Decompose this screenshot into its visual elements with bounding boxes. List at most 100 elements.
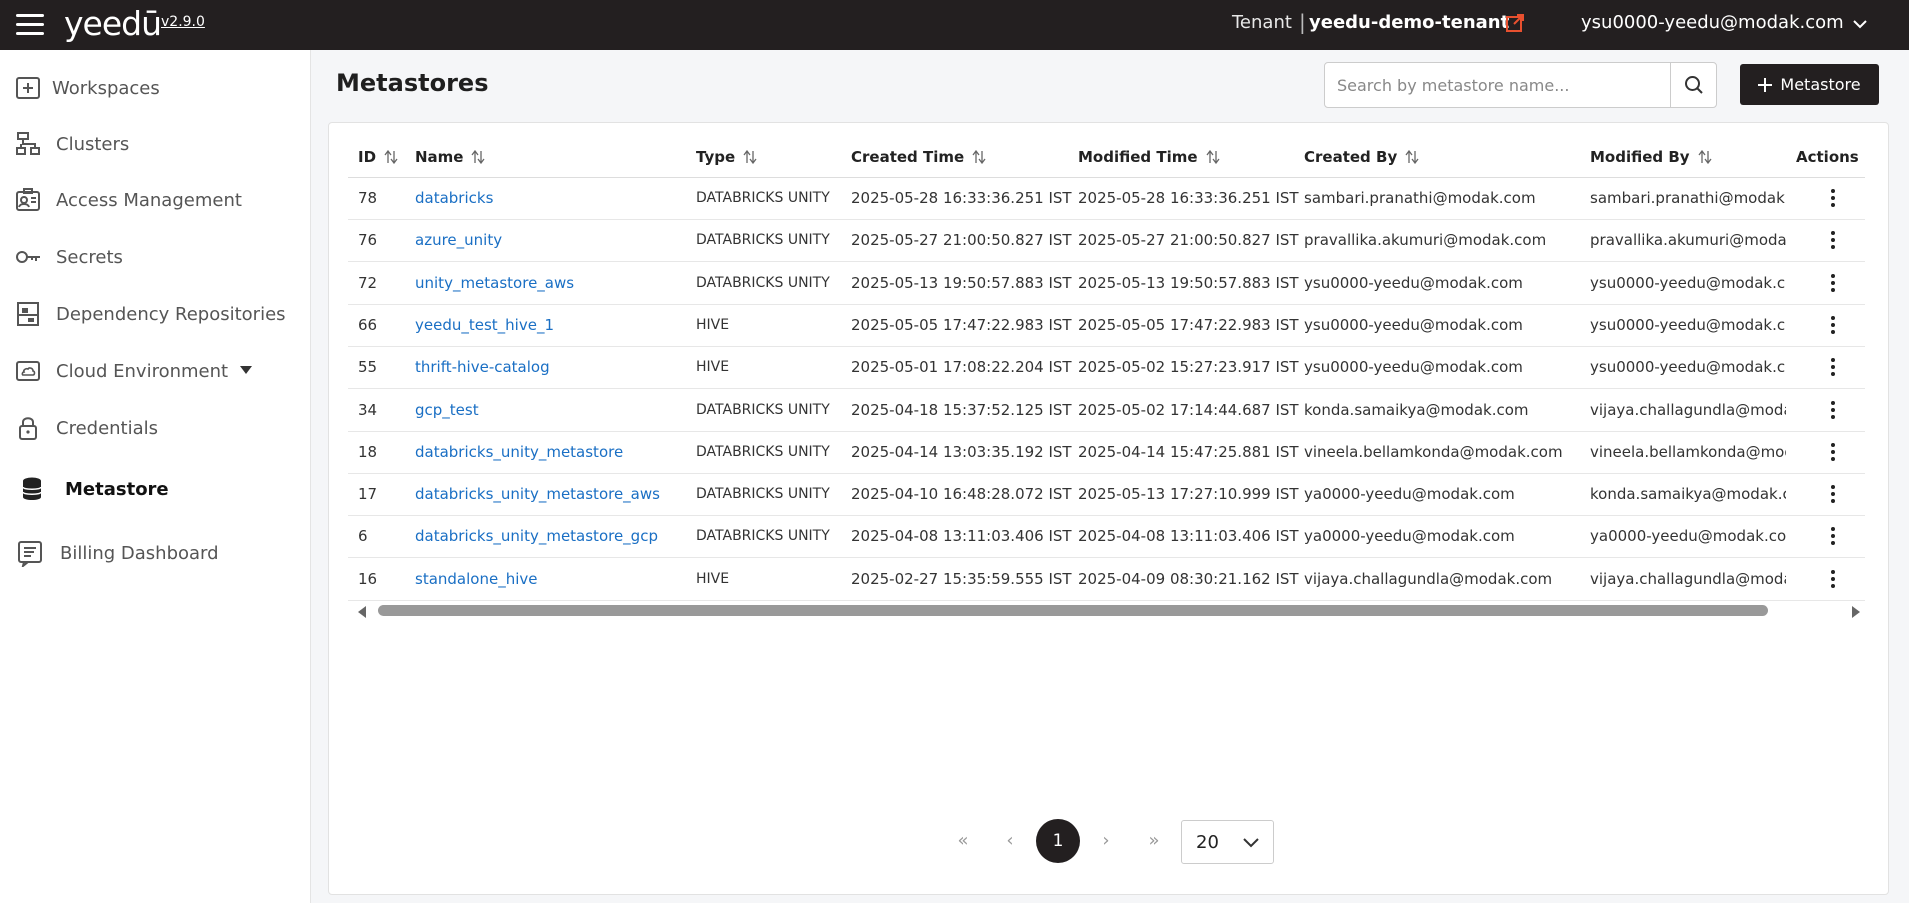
current-page-button[interactable]: 1 xyxy=(1036,819,1080,863)
cell-created-time: 2025-02-27 15:35:59.555 IST xyxy=(851,569,1072,588)
cell-type: HIVE xyxy=(696,359,730,376)
cell-name[interactable]: yeedu_test_hive_1 xyxy=(415,316,690,334)
sidebar-item-access-management[interactable]: Access Management xyxy=(0,177,311,223)
table-header: ID Name Type Created Time Modified Time … xyxy=(348,138,1865,178)
external-link-icon[interactable] xyxy=(1505,13,1525,33)
key-icon xyxy=(16,251,40,263)
search-box xyxy=(1324,62,1717,108)
sidebar-item-label: Access Management xyxy=(56,189,242,211)
kebab-menu-icon[interactable] xyxy=(1828,567,1838,593)
cell-modified-time: 2025-04-14 15:47:25.881 IST xyxy=(1078,442,1299,461)
kebab-menu-icon[interactable] xyxy=(1828,440,1838,466)
table-row: 6 databricks_unity_metastore_gcp DATABRICK… xyxy=(348,516,1865,559)
cell-modified-time: 2025-05-13 19:50:57.883 IST xyxy=(1078,273,1299,292)
sidebar-item-billing-dashboard[interactable]: Billing Dashboard xyxy=(0,530,311,576)
table-row: 66 yeedu_test_hive_1 HIVE 2025-05-05 17:47:… xyxy=(348,305,1865,347)
search-input[interactable] xyxy=(1325,63,1671,107)
cell-name[interactable]: thrift-hive-catalog xyxy=(415,358,690,376)
sort-icon[interactable] xyxy=(471,150,486,164)
cell-created-time: 2025-05-01 17:08:22.204 IST xyxy=(851,358,1072,377)
column-header-created-by[interactable]: Created By xyxy=(1304,148,1419,166)
scrollbar-thumb[interactable] xyxy=(378,605,1768,616)
first-page-button[interactable]: « xyxy=(943,820,983,860)
cell-id: 66 xyxy=(358,315,378,334)
cell-modified-by: ya0000-yeedu@modak.com xyxy=(1590,527,1786,546)
cell-created-by: ysu0000-yeedu@modak.com xyxy=(1304,358,1523,377)
column-header-modified-time[interactable]: Modified Time xyxy=(1078,148,1220,166)
sidebar-item-secrets[interactable]: Secrets xyxy=(0,234,311,280)
cell-created-by: konda.samaikya@modak.com xyxy=(1304,400,1529,419)
sidebar-item-dependency-repositories[interactable]: Dependency Repositories xyxy=(0,291,311,337)
repository-icon xyxy=(17,302,39,326)
sidebar-item-cloud-environment[interactable]: Cloud Environment xyxy=(0,348,311,394)
version-link[interactable]: v2.9.0 xyxy=(161,14,205,30)
cell-created-by: ya0000-yeedu@modak.com xyxy=(1304,527,1515,546)
table-row: 34 gcp_test DATABRICKS UNITY 2025-04-18 15:… xyxy=(348,390,1865,432)
sort-icon[interactable] xyxy=(1698,150,1712,164)
kebab-menu-icon[interactable] xyxy=(1828,271,1838,297)
lock-icon xyxy=(19,417,37,440)
caret-down-icon[interactable] xyxy=(240,366,252,374)
table-row: 72 unity_metastore_aws DATABRICKS UNITY 202… xyxy=(348,263,1865,305)
sidebar-item-metastore[interactable]: Metastore xyxy=(0,466,311,512)
sidebar-item-label: Billing Dashboard xyxy=(60,542,219,564)
column-header-type[interactable]: Type xyxy=(696,148,757,166)
last-page-button[interactable]: » xyxy=(1134,820,1174,860)
previous-page-button[interactable]: ‹ xyxy=(990,820,1030,860)
sidebar-item-workspaces[interactable]: Workspaces xyxy=(0,65,311,111)
cell-id: 6 xyxy=(358,527,368,546)
column-header-created-time[interactable]: Created Time xyxy=(851,148,986,166)
yeedu-logo[interactable]: yeedū xyxy=(64,4,162,43)
kebab-menu-icon[interactable] xyxy=(1828,228,1838,254)
page-title: Metastores xyxy=(336,69,489,97)
metastores-table: ID Name Type Created Time Modified Time … xyxy=(348,138,1865,602)
sort-icon[interactable] xyxy=(972,150,986,164)
chevron-down-icon[interactable] xyxy=(1852,16,1868,32)
sort-icon[interactable] xyxy=(1206,150,1220,164)
cell-modified-time: 2025-05-05 17:47:22.983 IST xyxy=(1078,315,1299,334)
cell-name[interactable]: databricks xyxy=(415,189,690,207)
sort-icon[interactable] xyxy=(384,150,398,164)
horizontal-scrollbar[interactable] xyxy=(354,602,1864,620)
cell-type: DATABRICKS UNITY xyxy=(696,401,830,418)
cell-name[interactable]: gcp_test xyxy=(415,401,690,419)
column-header-name[interactable]: Name xyxy=(415,148,486,166)
cell-modified-time: 2025-05-02 15:27:23.917 IST xyxy=(1078,358,1299,377)
add-metastore-button[interactable]: Metastore xyxy=(1740,64,1879,105)
cell-name[interactable]: databricks_unity_metastore_gcp xyxy=(415,527,690,545)
cell-id: 76 xyxy=(358,231,378,250)
cell-id: 17 xyxy=(358,485,378,504)
cell-name[interactable]: databricks_unity_metastore xyxy=(415,443,690,461)
page-size-select[interactable]: 20 xyxy=(1181,820,1274,864)
cell-type: HIVE xyxy=(696,570,730,587)
kebab-menu-icon[interactable] xyxy=(1828,482,1838,508)
cell-modified-by: vijaya.challagundla@modak.com xyxy=(1590,400,1786,419)
sidebar-item-credentials[interactable]: Credentials xyxy=(0,405,311,451)
cell-name[interactable]: unity_metastore_aws xyxy=(415,274,690,292)
cell-name[interactable]: standalone_hive xyxy=(415,570,690,588)
sidebar-item-clusters[interactable]: Clusters xyxy=(0,121,311,167)
kebab-menu-icon[interactable] xyxy=(1828,398,1838,424)
sidebar-item-label: Clusters xyxy=(56,133,130,155)
sort-icon[interactable] xyxy=(1405,150,1419,164)
cell-name[interactable]: azure_unity xyxy=(415,231,690,249)
kebab-menu-icon[interactable] xyxy=(1828,186,1838,212)
next-page-button[interactable]: › xyxy=(1086,820,1126,860)
kebab-menu-icon[interactable] xyxy=(1828,355,1838,381)
user-menu-email[interactable]: ysu0000-yeedu@modak.com xyxy=(1581,12,1844,33)
sidebar-item-label: Credentials xyxy=(56,417,159,439)
search-button[interactable] xyxy=(1671,63,1716,107)
kebab-menu-icon[interactable] xyxy=(1828,524,1838,550)
cell-modified-by: sambari.pranathi@modak.com xyxy=(1590,189,1786,207)
sort-icon[interactable] xyxy=(743,150,757,164)
column-header-modified-by[interactable]: Modified By xyxy=(1590,148,1712,166)
cell-name[interactable]: databricks_unity_metastore_aws xyxy=(415,485,690,503)
scroll-left-arrow-icon[interactable] xyxy=(358,606,366,618)
kebab-menu-icon[interactable] xyxy=(1828,313,1838,339)
column-header-id[interactable]: ID xyxy=(358,148,398,166)
billing-icon xyxy=(18,541,42,567)
scroll-right-arrow-icon[interactable] xyxy=(1852,606,1860,618)
cell-created-by: vijaya.challagundla@modak.com xyxy=(1304,569,1553,588)
cell-created-time: 2025-05-05 17:47:22.983 IST xyxy=(851,315,1072,334)
hamburger-menu-icon[interactable] xyxy=(16,14,44,36)
